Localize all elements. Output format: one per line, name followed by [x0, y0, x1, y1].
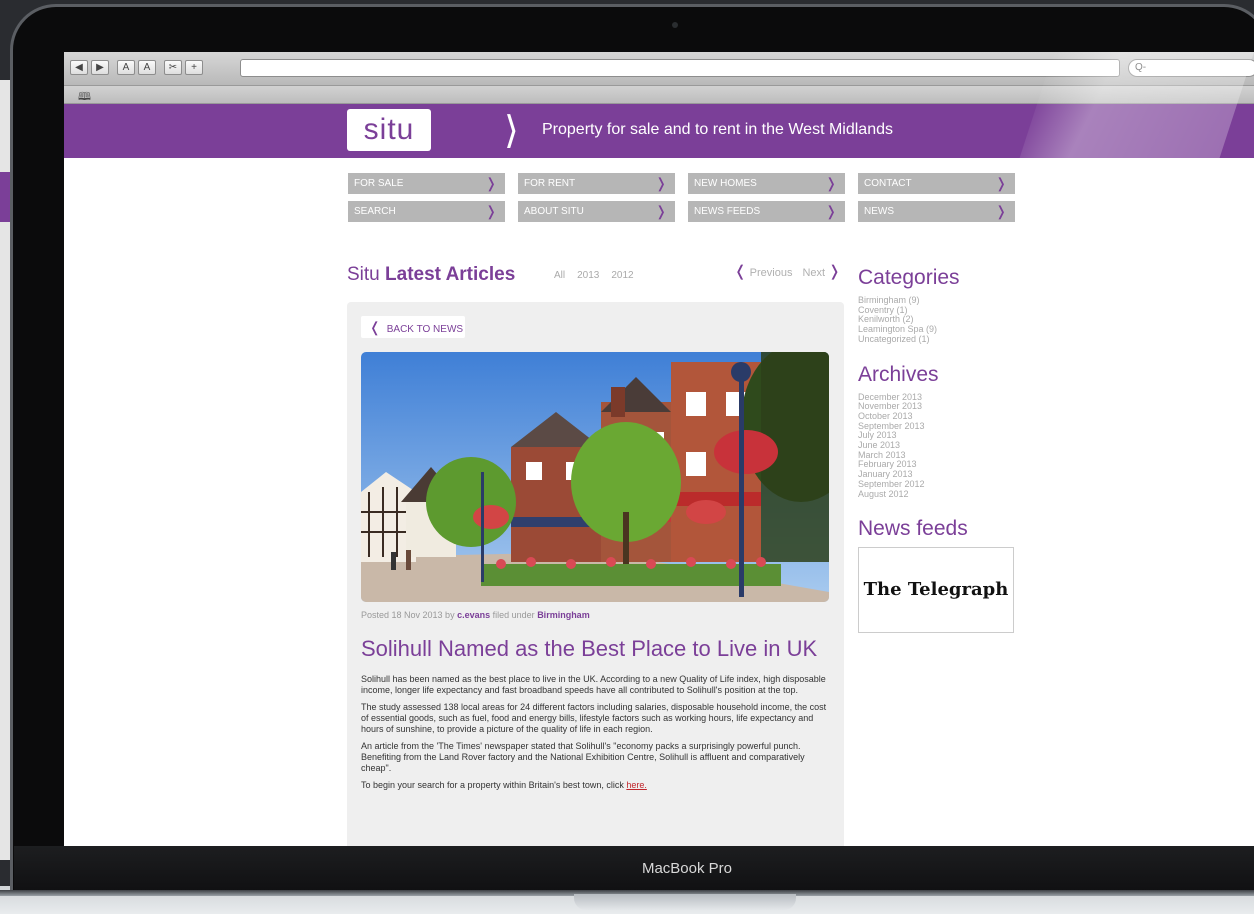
filter-all[interactable]: All — [554, 270, 565, 281]
filter-2013[interactable]: 2013 — [577, 270, 599, 281]
chevron-right-icon: ❭ — [828, 263, 841, 280]
page-title: Situ Latest Articles — [347, 264, 515, 286]
address-bar[interactable] — [240, 59, 1120, 77]
nav-contact[interactable]: Contact ❭ — [858, 173, 1015, 194]
filed-label: filed under — [492, 610, 535, 620]
filter-2012[interactable]: 2012 — [611, 270, 633, 281]
sidebar: Categories Birmingham (9) Coventry (1) K… — [858, 266, 1018, 634]
add-bookmark-button[interactable]: + — [185, 60, 203, 75]
model-label: MacBook Pro — [641, 860, 733, 877]
chevron-left-icon: ❬ — [369, 319, 381, 335]
author-link[interactable]: c.evans — [457, 610, 490, 620]
text-larger-button[interactable]: A — [138, 60, 156, 75]
back-to-news-button[interactable]: ❬ BACK TO NEWS — [361, 316, 465, 338]
cta-text: To begin your search for a property with… — [361, 780, 624, 790]
category-item[interactable]: Uncategorized (1) — [858, 334, 1018, 345]
nav-for-rent[interactable]: For Rent ❭ — [518, 173, 675, 194]
nav-new-homes[interactable]: New Homes ❭ — [688, 173, 845, 194]
archives-list: December 2013 November 2013 October 2013… — [858, 392, 1018, 500]
nav-label: About Situ — [524, 206, 584, 217]
categories-heading: Categories — [858, 266, 960, 289]
back-label: BACK TO NEWS — [386, 324, 464, 335]
site-logo[interactable]: situ — [347, 109, 431, 151]
next-link[interactable]: Next ❭ — [802, 263, 841, 280]
archives-heading: Archives — [858, 362, 939, 386]
scissors-icon[interactable]: ✂ — [164, 60, 182, 75]
chevron-right-icon: ❭ — [485, 175, 497, 191]
forward-arrow-icon[interactable]: ▶ — [91, 60, 109, 75]
camera-icon — [672, 22, 678, 28]
article-headline: Solihull Named as the Best Place to Live… — [361, 636, 818, 661]
nav-about-situ[interactable]: About Situ ❭ — [518, 201, 675, 222]
archive-item[interactable]: August 2012 — [858, 489, 1018, 500]
back-arrow-icon[interactable]: ◀ — [70, 60, 88, 75]
site-tagline: Property for sale and to rent in the Wes… — [542, 121, 893, 138]
next-label: Next — [802, 267, 826, 279]
title-bold: Latest Articles — [385, 264, 516, 285]
chevron-right-icon: ❭ — [485, 203, 497, 219]
year-filters: All 2013 2012 — [554, 270, 634, 281]
main-nav: For Sale ❭ For Rent ❭ New Homes ❭ Contact ❭ … — [348, 173, 1015, 222]
chevron-right-icon: ❭ — [995, 175, 1007, 191]
cta-link[interactable]: here. — [626, 780, 647, 790]
nav-label: For Rent — [524, 178, 576, 189]
screen: ◀ ▶ A A ✂ + Q- 🕮 situ ⟩ Property for sal… — [64, 52, 1254, 846]
article-paragraph: Solihull has been named as the best plac… — [361, 674, 826, 695]
nav-label: New Homes — [694, 178, 757, 189]
bookmarks-bar: 🕮 — [64, 86, 1254, 104]
browser-toolbar: ◀ ▶ A A ✂ + Q- — [64, 52, 1254, 86]
categories-list: Birmingham (9) Coventry (1) Kenilworth (… — [858, 295, 1018, 345]
previous-label: Previous — [749, 267, 793, 279]
previous-link[interactable]: ❬ Previous — [734, 263, 793, 280]
posted-prefix: Posted 18 Nov 2013 by — [361, 610, 455, 620]
nav-label: News Feeds — [694, 206, 761, 217]
text-smaller-button[interactable]: A — [117, 60, 135, 75]
newsfeeds-heading: News feeds — [858, 517, 968, 541]
browser-search-input[interactable]: Q- — [1128, 59, 1254, 77]
site-header: situ ⟩ Property for sale and to rent in … — [64, 104, 1254, 158]
article-photo — [361, 352, 829, 602]
category-link[interactable]: Birmingham — [537, 610, 590, 620]
nav-label: For Sale — [354, 178, 404, 189]
article-paragraph: The study assessed 138 local areas for 2… — [361, 702, 827, 734]
laptop-notch — [574, 894, 796, 910]
article-paragraph: An article from the 'The Times' newspape… — [361, 741, 805, 773]
chevron-right-icon: ⟩ — [504, 110, 519, 152]
chevron-left-icon: ❬ — [734, 263, 747, 280]
article-card: ❬ BACK TO NEWS Posted 18 Nov 2013 by c.e… — [347, 302, 844, 846]
nav-label: Search — [354, 206, 396, 217]
chevron-right-icon: ❭ — [655, 175, 667, 191]
title-prefix: Situ — [347, 264, 380, 285]
post-meta: Posted 18 Nov 2013 by c.evans filed unde… — [361, 610, 590, 620]
nav-label: News — [864, 206, 894, 217]
pager: ❬ Previous Next ❭ — [734, 263, 841, 280]
chevron-right-icon: ❭ — [995, 203, 1007, 219]
article-body: Solihull has been named as the best plac… — [361, 674, 831, 797]
nav-news[interactable]: News ❭ — [858, 201, 1015, 222]
telegraph-feed-logo[interactable]: The Telegraph — [858, 547, 1014, 634]
chevron-right-icon: ❭ — [825, 175, 837, 191]
chevron-right-icon: ❭ — [825, 203, 837, 219]
nav-search[interactable]: Search ❭ — [348, 201, 505, 222]
chevron-right-icon: ❭ — [655, 203, 667, 219]
nav-label: Contact — [864, 178, 912, 189]
nav-news-feeds[interactable]: News Feeds ❭ — [688, 201, 845, 222]
article-cta: To begin your search for a property with… — [361, 780, 831, 791]
nav-for-sale[interactable]: For Sale ❭ — [348, 173, 505, 194]
